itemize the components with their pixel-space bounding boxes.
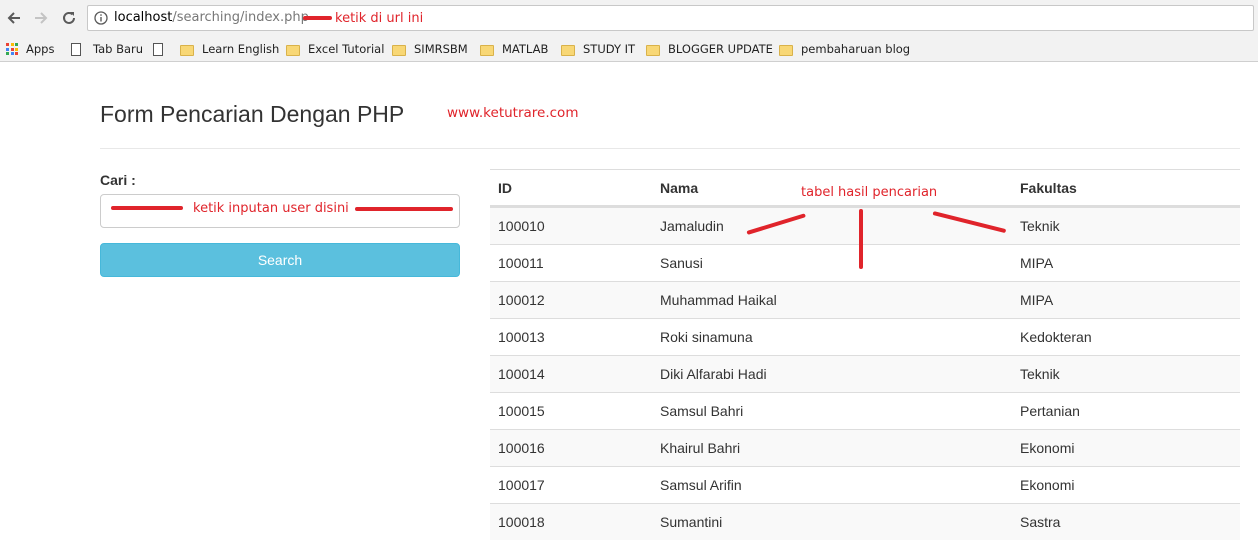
folder-icon [180, 44, 194, 56]
forward-arrow-icon[interactable] [30, 7, 52, 29]
bookmark-label: Tab Baru [93, 42, 144, 56]
cell-nama: Sanusi [660, 255, 703, 271]
search-button[interactable]: Search [100, 243, 460, 277]
header-nama: Nama [660, 180, 699, 196]
bookmark-blogger-update[interactable]: BLOGGER UPDATE [646, 40, 773, 58]
cell-fakultas: Ekonomi [1020, 477, 1075, 493]
bookmark-label: Learn English [202, 42, 280, 56]
cell-id: 100011 [498, 255, 544, 271]
table-annotation: tabel hasil pencarian [801, 185, 938, 200]
table-row: 100012 Muhammad Haikal MIPA [490, 281, 1240, 318]
bookmark-label: MATLAB [502, 42, 549, 56]
cell-fakultas: MIPA [1020, 255, 1054, 271]
bookmark-learn-english[interactable]: Learn English [180, 40, 279, 58]
cell-fakultas: Teknik [1020, 218, 1060, 234]
bookmark-label: BLOGGER UPDATE [668, 42, 773, 56]
annotation-stroke [859, 209, 863, 269]
annotation-stroke [111, 206, 183, 210]
cell-id: 100017 [498, 477, 545, 493]
page-title: Form Pencarian Dengan PHP [100, 101, 405, 127]
back-arrow-icon[interactable] [3, 7, 25, 29]
url-annotation: ketik di url ini [335, 11, 424, 26]
cell-nama: Sumantini [660, 514, 723, 530]
cell-id: 100012 [498, 292, 545, 308]
bookmark-label: STUDY IT [583, 42, 636, 56]
site-url-annotation: www.ketutrare.com [447, 105, 579, 121]
bookmark-tab-baru[interactable]: Tab Baru [71, 40, 143, 58]
bookmark-label: Apps [26, 42, 55, 56]
url-path: /searching/index.php [172, 10, 309, 25]
cell-nama: Diki Alfarabi Hadi [660, 366, 767, 382]
bookmark-excel-tutorial[interactable]: Excel Tutorial [286, 40, 384, 58]
bookmarks-bar: Apps Tab Baru Learn English Excel Tutori… [0, 36, 1258, 62]
bookmark-study-it[interactable]: STUDY IT [561, 40, 635, 58]
cell-nama: Samsul Arifin [660, 477, 742, 493]
divider [100, 148, 1240, 149]
annotation-stroke [355, 207, 453, 211]
browser-toolbar: localhost/searching/index.php [0, 0, 1258, 36]
search-label: Cari : [100, 172, 136, 188]
bookmark-matlab[interactable]: MATLAB [480, 40, 548, 58]
url-host: localhost [114, 10, 173, 25]
cell-id: 100013 [498, 329, 545, 345]
page-icon [153, 42, 163, 56]
folder-icon [561, 44, 575, 56]
table-row: 100011 Sanusi MIPA [490, 244, 1240, 281]
page-icon [71, 42, 81, 56]
info-icon[interactable] [94, 11, 108, 25]
cell-fakultas: MIPA [1020, 292, 1054, 308]
bookmark-untitled[interactable] [153, 40, 175, 58]
apps-grid-icon [6, 43, 18, 55]
cell-fakultas: Pertanian [1020, 403, 1080, 419]
annotation-stroke [303, 16, 332, 20]
table-row: 100010 Jamaludin Teknik [490, 207, 1240, 244]
bookmark-apps[interactable]: Apps [6, 40, 54, 58]
input-annotation: ketik inputan user disini [193, 201, 349, 216]
bookmark-simrsbm[interactable]: SIMRSBM [392, 40, 468, 58]
bookmark-label: pembaharuan blog [801, 42, 911, 56]
cell-nama: Khairul Bahri [660, 440, 741, 456]
cell-nama: Samsul Bahri [660, 403, 744, 419]
reload-icon[interactable] [58, 7, 80, 29]
cell-id: 100010 [498, 218, 545, 234]
header-fakultas: Fakultas [1020, 180, 1077, 196]
address-bar[interactable]: localhost/searching/index.php [87, 5, 1254, 31]
bookmark-label: SIMRSBM [414, 42, 468, 56]
table-row: 100014 Diki Alfarabi Hadi Teknik [490, 355, 1240, 392]
results-table: ID Nama Fakultas 100010 Jamaludin Teknik… [490, 169, 1240, 540]
folder-icon [480, 44, 494, 56]
cell-fakultas: Kedokteran [1020, 329, 1092, 345]
cell-id: 100016 [498, 440, 545, 456]
cell-id: 100018 [498, 514, 545, 530]
cell-nama: Roki sinamuna [660, 329, 753, 345]
table-row: 100013 Roki sinamuna Kedokteran [490, 318, 1240, 355]
bookmark-label: Excel Tutorial [308, 42, 385, 56]
folder-icon [646, 44, 660, 56]
table-row: 100017 Samsul Arifin Ekonomi [490, 466, 1240, 503]
cell-nama: Muhammad Haikal [660, 292, 777, 308]
folder-icon [286, 44, 300, 56]
folder-icon [779, 44, 793, 56]
cell-id: 100014 [498, 366, 545, 382]
header-id: ID [498, 180, 512, 196]
cell-id: 100015 [498, 403, 545, 419]
url-text: localhost/searching/index.php [114, 10, 309, 25]
cell-fakultas: Teknik [1020, 366, 1060, 382]
table-row: 100016 Khairul Bahri Ekonomi [490, 429, 1240, 466]
cell-fakultas: Ekonomi [1020, 440, 1075, 456]
cell-fakultas: Sastra [1020, 514, 1061, 530]
cell-nama: Jamaludin [660, 218, 724, 234]
table-row: 100018 Sumantini Sastra [490, 503, 1240, 540]
table-row: 100015 Samsul Bahri Pertanian [490, 392, 1240, 429]
bookmark-pembaharuan-blog[interactable]: pembaharuan blog [779, 40, 910, 58]
folder-icon [392, 44, 406, 56]
